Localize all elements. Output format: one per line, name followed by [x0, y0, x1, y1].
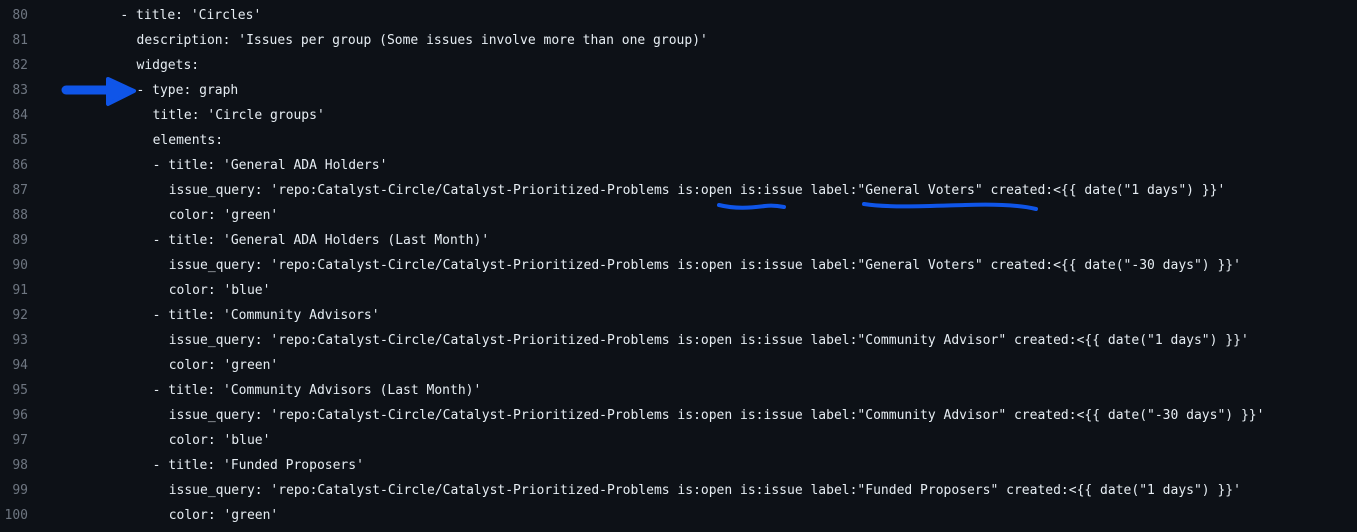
line-number[interactable]: 87	[0, 183, 28, 198]
line-text: - title: 'General ADA Holders (Last Mont…	[152, 233, 490, 248]
code-line: 92 - title: 'Community Advisors'	[0, 303, 1357, 328]
line-text: widgets:	[136, 58, 200, 73]
code-line: 99 issue_query: 'repo:Catalyst-Circle/Cat…	[0, 478, 1357, 503]
line-text: issue_query: 'repo:Catalyst-Circle/Catal…	[168, 183, 1226, 198]
code-line: 86 - title: 'General ADA Holders'	[0, 153, 1357, 178]
line-number[interactable]: 89	[0, 233, 28, 248]
code-view: 80 - title: 'Circles' 81 description: 'Issu…	[0, 3, 1357, 528]
line-text: title: 'Circle groups'	[152, 108, 325, 123]
line-text: color: 'blue'	[168, 433, 271, 448]
line-number[interactable]: 92	[0, 308, 28, 323]
line-number[interactable]: 86	[0, 158, 28, 173]
line-number[interactable]: 84	[0, 108, 28, 123]
line-text: - title: 'Community Advisors'	[152, 308, 380, 323]
code-line: 87 issue_query: 'repo:Catalyst-Circle/Cat…	[0, 178, 1357, 203]
code-line: 96 issue_query: 'repo:Catalyst-Circle/Cat…	[0, 403, 1357, 428]
code-line: 98 - title: 'Funded Proposers'	[0, 453, 1357, 478]
line-number[interactable]: 88	[0, 208, 28, 223]
code-line: 80 - title: 'Circles'	[0, 3, 1357, 28]
code-line: 85 elements:	[0, 128, 1357, 153]
line-text: - type: graph	[136, 83, 239, 98]
line-number[interactable]: 81	[0, 33, 28, 48]
line-number[interactable]: 98	[0, 458, 28, 473]
line-number[interactable]: 83	[0, 83, 28, 98]
line-number[interactable]: 85	[0, 133, 28, 148]
line-number[interactable]: 97	[0, 433, 28, 448]
code-line: 93 issue_query: 'repo:Catalyst-Circle/Cat…	[0, 328, 1357, 353]
code-line: 81 description: 'Issues per group (Some i…	[0, 28, 1357, 53]
line-number[interactable]: 94	[0, 358, 28, 373]
code-line: 82 widgets:	[0, 53, 1357, 78]
line-text: color: 'green'	[168, 508, 279, 523]
code-line: 95 - title: 'Community Advisors (Last Mon…	[0, 378, 1357, 403]
code-line: 84 title: 'Circle groups'	[0, 103, 1357, 128]
line-text: - title: 'Circles'	[120, 8, 262, 23]
line-number[interactable]: 82	[0, 58, 28, 73]
line-text: issue_query: 'repo:Catalyst-Circle/Catal…	[168, 408, 1265, 423]
code-line: 90 issue_query: 'repo:Catalyst-Circle/Cat…	[0, 253, 1357, 278]
line-number[interactable]: 80	[0, 8, 28, 23]
line-number[interactable]: 95	[0, 383, 28, 398]
code-line: 97 color: 'blue'	[0, 428, 1357, 453]
code-line: 91 color: 'blue'	[0, 278, 1357, 303]
line-text: - title: 'Community Advisors (Last Month…	[152, 383, 482, 398]
line-number[interactable]: 90	[0, 258, 28, 273]
line-text: - title: 'General ADA Holders'	[152, 158, 388, 173]
code-line: 94 color: 'green'	[0, 353, 1357, 378]
line-text: issue_query: 'repo:Catalyst-Circle/Catal…	[168, 258, 1241, 273]
line-text: elements:	[152, 133, 224, 148]
code-line: 100 color: 'green'	[0, 503, 1357, 528]
line-text: issue_query: 'repo:Catalyst-Circle/Catal…	[168, 333, 1249, 348]
code-line: 88 color: 'green'	[0, 203, 1357, 228]
line-text: color: 'green'	[168, 358, 279, 373]
line-text: color: 'green'	[168, 208, 279, 223]
line-number[interactable]: 93	[0, 333, 28, 348]
code-line: 89 - title: 'General ADA Holders (Last Mo…	[0, 228, 1357, 253]
line-text: - title: 'Funded Proposers'	[152, 458, 364, 473]
line-number[interactable]: 99	[0, 483, 28, 498]
line-text: description: 'Issues per group (Some iss…	[136, 33, 708, 48]
code-line: 83 - type: graph	[0, 78, 1357, 103]
line-text: issue_query: 'repo:Catalyst-Circle/Catal…	[168, 483, 1241, 498]
line-number[interactable]: 91	[0, 283, 28, 298]
line-text: color: 'blue'	[168, 283, 271, 298]
line-number[interactable]: 96	[0, 408, 28, 423]
line-number[interactable]: 100	[0, 508, 28, 523]
